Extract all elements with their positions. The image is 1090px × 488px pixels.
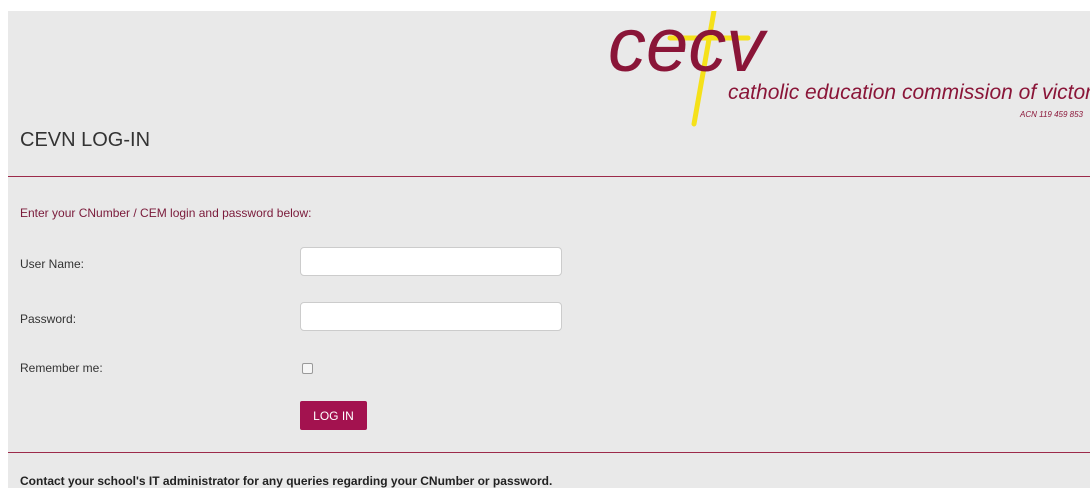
logo-subtitle: catholic education commission of victori…: [728, 81, 1090, 104]
cecv-logo: cecv catholic education commission of vi…: [598, 11, 1090, 131]
logo-acn: ACN 119 459 853: [1020, 110, 1084, 119]
top-divider: [8, 176, 1090, 177]
login-page: cecv catholic education commission of vi…: [8, 11, 1090, 488]
login-instructions: Enter your CNumber / CEM login and passw…: [20, 206, 312, 220]
login-button[interactable]: LOG IN: [300, 401, 367, 430]
username-label: User Name:: [20, 257, 85, 271]
logo-wordmark: cecv: [608, 11, 768, 88]
page-title: CEVN LOG-IN: [20, 129, 151, 151]
remember-me-checkbox[interactable]: [302, 363, 313, 374]
username-input[interactable]: [300, 247, 562, 276]
remember-me-label: Remember me:: [20, 361, 103, 375]
bottom-divider: [8, 452, 1090, 453]
support-contact-note: Contact your school's IT administrator f…: [20, 474, 553, 488]
password-input[interactable]: [300, 302, 562, 331]
password-label: Password:: [20, 312, 77, 326]
cecv-logo-mark: cecv: [608, 11, 768, 127]
